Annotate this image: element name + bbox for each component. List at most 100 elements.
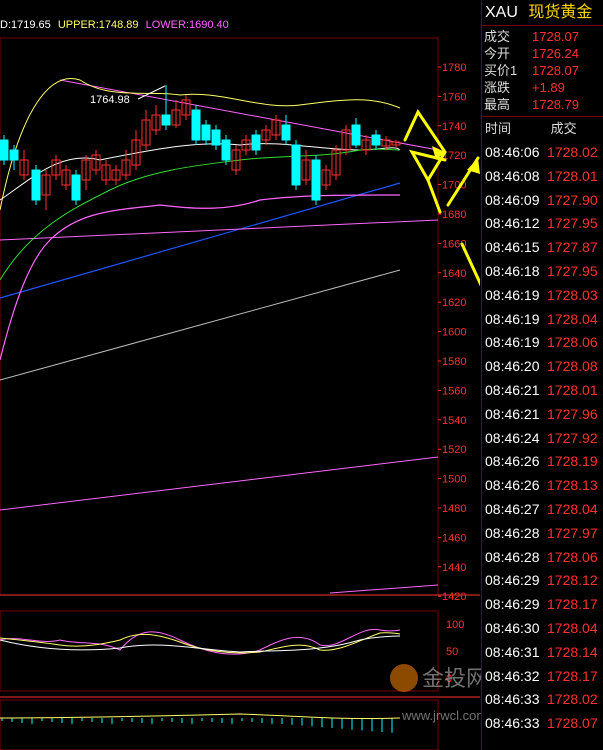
- watermark-logo-icon: [390, 664, 418, 692]
- tick-time: 08:46:19: [485, 310, 540, 327]
- osc-j-line: [0, 635, 401, 653]
- tick-price: 1727.95: [547, 262, 598, 279]
- quote-row: 涨跌 +1.89: [482, 79, 603, 96]
- tick-time: 08:46:09: [485, 191, 540, 208]
- osc-axis-label: 100: [446, 619, 464, 631]
- tick-list[interactable]: 08:46:06 1728.02 08:46:08 1728.01 08:46:09 17…: [482, 141, 603, 736]
- price-axis-label: 1420: [442, 591, 466, 603]
- price-axis-label: 1520: [442, 444, 466, 456]
- tick-row: 08:46:26 1728.19: [482, 450, 603, 474]
- tick-row: 08:46:20 1728.08: [482, 355, 603, 379]
- price-axis-label: 1620: [442, 297, 466, 309]
- tick-price: 1728.01: [547, 381, 598, 398]
- quote-value: 1728.07: [532, 63, 579, 78]
- watermark-url: www.jrwcl.com: [401, 708, 487, 723]
- symbol-header: XAU 现货黄金: [482, 0, 603, 26]
- candle-body: [251, 134, 261, 151]
- tick-row: 08:46:19 1728.06: [482, 331, 603, 355]
- price-axis-label: 1740: [442, 121, 466, 133]
- tick-time: 08:46:19: [485, 334, 540, 351]
- tick-price: 1728.19: [547, 453, 598, 470]
- tick-price: 1727.90: [547, 191, 598, 208]
- tick-row: 08:46:32 1728.17: [482, 665, 603, 689]
- quote-row: 买价1 1728.07: [482, 62, 603, 79]
- tick-time: 08:46:20: [485, 358, 540, 375]
- tick-time: 08:46:26: [485, 477, 540, 494]
- tick-price: 1728.06: [547, 334, 598, 351]
- watermark-logo-text: 金投网: [422, 667, 488, 692]
- forecast-arrows: [403, 108, 480, 287]
- ma-long-line: [0, 269, 401, 381]
- trend-support-line: [0, 219, 439, 241]
- tick-row: 08:46:21 1727.96: [482, 403, 603, 427]
- tick-row: 08:46:28 1727.97: [482, 522, 603, 546]
- tick-row: 08:46:08 1728.01: [482, 165, 603, 189]
- tick-price: 1728.07: [547, 715, 598, 732]
- price-axis-label: 1600: [442, 327, 466, 339]
- tick-row: 08:46:33 1728.02: [482, 688, 603, 712]
- trend-lower-line: [0, 456, 439, 511]
- tick-price: 1727.87: [547, 239, 598, 256]
- ticks-header-price: 成交: [550, 121, 577, 136]
- kline-chart-panel[interactable]: D:1719.65 UPPER:1748.89 LOWER:1690.40 17…: [0, 0, 488, 750]
- candle-body: [201, 124, 211, 141]
- candle-body: [9, 149, 19, 161]
- tick-price: 1728.06: [547, 548, 598, 565]
- quote-label: 最高: [484, 97, 511, 112]
- tick-price: 1728.04: [547, 619, 598, 636]
- tick-row: 08:46:09 1727.90: [482, 189, 603, 213]
- tick-row: 08:46:27 1728.04: [482, 498, 603, 522]
- tick-time: 08:46:30: [485, 619, 540, 636]
- tick-time: 08:46:31: [485, 643, 540, 660]
- tick-row: 08:46:29 1728.12: [482, 569, 603, 593]
- ticks-header-time: 时间: [485, 121, 512, 136]
- price-axis-label: 1580: [442, 356, 466, 368]
- tick-price: 1727.96: [547, 405, 598, 422]
- macd-histogram: [1, 718, 393, 733]
- tick-time: 08:46:08: [485, 167, 540, 184]
- tick-time: 08:46:18: [485, 262, 540, 279]
- tick-price: 1728.14: [547, 643, 598, 660]
- tick-price: 1728.03: [547, 286, 598, 303]
- tick-time: 08:46:21: [485, 405, 540, 422]
- tick-time: 08:46:15: [485, 239, 540, 256]
- candle-body: [291, 144, 301, 186]
- tick-price: 1728.04: [547, 500, 598, 517]
- tick-time: 08:46:27: [485, 500, 540, 517]
- tick-row: 08:46:18 1727.95: [482, 260, 603, 284]
- tick-price: 1728.02: [547, 691, 598, 708]
- price-axis-label: 1500: [442, 474, 466, 486]
- price-axis-label: 1760: [442, 91, 466, 103]
- price-chart-svg[interactable]: 1780176017401720170016801660164016201600…: [0, 0, 480, 750]
- main-chart-frame: [0, 37, 439, 596]
- tick-price: 1728.04: [547, 310, 598, 327]
- price-axis: 1780176017401720170016801660164016201600…: [438, 62, 466, 603]
- tick-price: 1728.17: [547, 667, 598, 684]
- trend-bottom-line: [329, 584, 439, 594]
- symbol-name: 现货黄金: [528, 4, 593, 21]
- boll-lower-band: [0, 194, 401, 361]
- tick-price: 1728.08: [547, 358, 598, 375]
- tick-row: 08:46:21 1728.01: [482, 379, 603, 403]
- tick-time: 08:46:06: [485, 144, 540, 160]
- quote-value: +1.89: [532, 80, 565, 95]
- osc-k-line: [0, 628, 401, 655]
- tick-row: 08:46:06 1728.02: [482, 141, 603, 165]
- tick-price: 1728.13: [547, 477, 598, 494]
- ticks-header: 时间 成交: [482, 117, 603, 141]
- high-marker-label: 1764.98: [90, 94, 130, 106]
- price-axis-label: 1540: [442, 415, 466, 427]
- candle-body: [351, 124, 361, 146]
- ma-blue-line: [0, 182, 401, 299]
- quote-row: 最高 1728.79: [482, 96, 603, 113]
- candle-body: [221, 139, 231, 161]
- tick-price: 1727.92: [547, 429, 598, 446]
- tick-time: 08:46:12: [485, 215, 540, 232]
- tick-price: 1728.01: [547, 167, 598, 184]
- tick-row: 08:46:30 1728.04: [482, 617, 603, 641]
- tick-row: 08:46:19 1728.04: [482, 308, 603, 332]
- tick-time: 08:46:29: [485, 572, 540, 589]
- tick-row: 08:46:28 1728.06: [482, 546, 603, 570]
- tick-time: 08:46:33: [485, 715, 540, 732]
- quote-value: 1728.07: [532, 29, 579, 44]
